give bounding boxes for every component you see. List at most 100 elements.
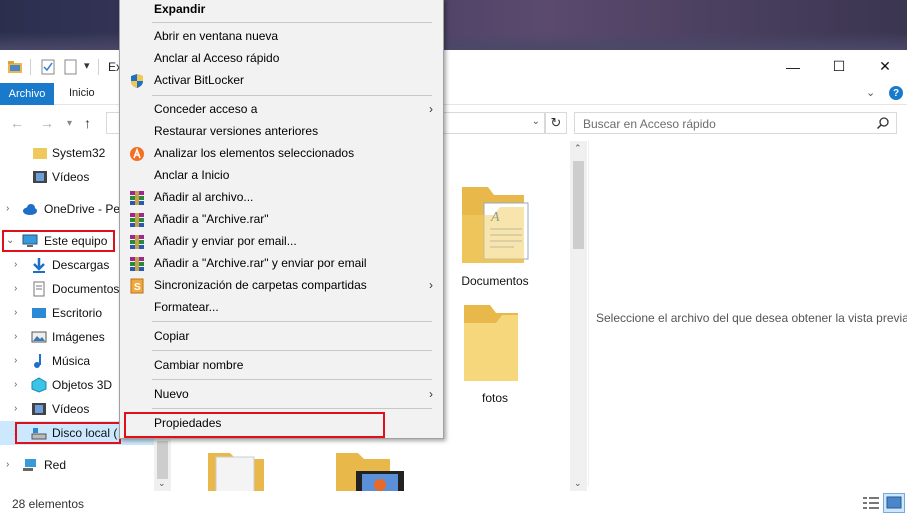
chevron-right-icon[interactable]: › — [14, 355, 17, 366]
title-separator — [98, 59, 99, 75]
new-folder-icon[interactable] — [64, 59, 77, 75]
item-count: 28 elementos — [12, 497, 85, 511]
menu-item-label: Expandir — [154, 2, 206, 16]
menu-separator — [152, 95, 432, 96]
context-menu: Expandir Abrir en ventana nueva Anclar a… — [119, 0, 444, 439]
menu-item-anadir-archive-rar[interactable]: Añadir a "Archive.rar" — [120, 209, 443, 231]
menu-item-formatear[interactable]: Formatear... — [120, 297, 443, 319]
menu-item-label: Anclar a Inicio — [154, 168, 230, 182]
menu-item-anclar-acceso-rapido[interactable]: Anclar al Acceso rápido — [120, 48, 443, 70]
item-label-fotos[interactable]: fotos — [454, 391, 536, 405]
menu-separator — [152, 350, 432, 351]
tab-archivo[interactable]: Archivo — [0, 83, 54, 105]
scrollbar-thumb[interactable] — [157, 441, 168, 479]
chevron-right-icon[interactable]: › — [14, 379, 17, 390]
sidebar-item-label: System32 — [52, 146, 106, 160]
refresh-button[interactable]: ↻ — [545, 112, 567, 134]
avast-icon — [130, 147, 144, 161]
menu-item-conceder-acceso[interactable]: Conceder acceso a › — [120, 99, 443, 121]
menu-separator — [152, 379, 432, 380]
sidebar-item-label: Vídeos — [52, 170, 90, 184]
back-button[interactable]: ← — [10, 115, 24, 131]
recent-locations-icon[interactable]: ▾ — [67, 118, 72, 129]
chevron-right-icon[interactable]: › — [14, 283, 17, 294]
pictures-icon — [31, 331, 47, 343]
menu-item-label: Añadir a "Archive.rar" — [154, 212, 269, 226]
close-button[interactable]: ✕ — [862, 50, 907, 83]
sidebar-item-label: Descargas — [52, 258, 110, 272]
documents-folder-icon[interactable]: A — [454, 185, 536, 267]
objects3d-icon — [31, 377, 47, 393]
highlight-box-propiedades — [124, 412, 385, 438]
menu-item-copiar[interactable]: Copiar — [120, 326, 443, 348]
menu-item-abrir-ventana-nueva[interactable]: Abrir en ventana nueva — [120, 26, 443, 48]
menu-item-anadir-rar-enviar-email[interactable]: Añadir a "Archive.rar" y enviar por emai… — [120, 253, 443, 275]
winrar-icon — [130, 257, 144, 271]
menu-item-expandir[interactable]: Expandir — [120, 0, 443, 21]
up-button[interactable]: ↑ — [84, 115, 91, 131]
network-icon — [23, 459, 36, 471]
winrar-icon — [130, 213, 144, 227]
menu-item-restaurar-versiones[interactable]: Restaurar versiones anteriores — [120, 121, 443, 143]
submenu-arrow-icon: › — [429, 102, 433, 116]
chevron-right-icon[interactable]: › — [14, 259, 17, 270]
menu-item-label: Añadir y enviar por email... — [154, 234, 297, 248]
shield-icon — [131, 74, 143, 88]
help-icon[interactable]: ? — [889, 86, 903, 100]
tab-inicio[interactable]: Inicio — [69, 87, 95, 99]
scroll-up-icon[interactable]: ⌃ — [574, 143, 582, 154]
sidebar-item-label: OneDrive - Per — [44, 202, 125, 216]
scroll-down-icon[interactable]: ⌄ — [574, 478, 582, 489]
menu-item-label: Abrir en ventana nueva — [154, 29, 279, 43]
item-label-documentos[interactable]: Documentos — [454, 274, 536, 288]
menu-item-anadir-enviar-email[interactable]: Añadir y enviar por email... — [120, 231, 443, 253]
address-dropdown-icon[interactable]: ⌄ — [532, 116, 540, 127]
minimize-button[interactable]: — — [770, 50, 816, 83]
menu-item-label: Conceder acceso a — [154, 102, 258, 116]
chevron-right-icon[interactable]: › — [14, 307, 17, 318]
expand-ribbon-icon[interactable]: ⌄ — [866, 86, 875, 99]
video-folder-partial-icon[interactable] — [334, 449, 406, 493]
video-folder-icon — [32, 403, 46, 415]
chevron-right-icon[interactable]: › — [6, 203, 9, 214]
vertical-scrollbar[interactable]: ⌃ ⌄ — [570, 141, 587, 491]
maximize-button[interactable]: ☐ — [816, 50, 862, 83]
svg-text:S: S — [134, 282, 141, 293]
menu-item-anclar-inicio[interactable]: Anclar a Inicio — [120, 165, 443, 187]
sidebar-item-label: Vídeos — [52, 402, 90, 416]
chevron-right-icon[interactable]: › — [6, 459, 9, 470]
forward-button[interactable]: → — [40, 115, 54, 131]
menu-item-sincronizacion[interactable]: S Sincronización de carpetas compartidas… — [120, 275, 443, 297]
menu-item-activar-bitlocker[interactable]: Activar BitLocker — [120, 70, 443, 92]
scrollbar-thumb[interactable] — [573, 161, 584, 249]
highlight-box-disco-local — [15, 422, 121, 444]
scroll-down-icon[interactable]: ⌄ — [158, 478, 166, 489]
quick-access-separator — [30, 59, 31, 75]
menu-item-label: Activar BitLocker — [154, 73, 245, 87]
fotos-folder-icon[interactable] — [454, 301, 536, 383]
menu-item-anadir-archivo[interactable]: Añadir al archivo... — [120, 187, 443, 209]
menu-item-label: Analizar los elementos seleccionados — [154, 146, 355, 160]
properties-icon[interactable] — [41, 59, 55, 75]
menu-item-analizar[interactable]: Analizar los elementos seleccionados — [120, 143, 443, 165]
details-view-icon[interactable] — [862, 495, 880, 511]
sidebar-item-red[interactable]: › Red — [0, 453, 154, 477]
chevron-right-icon[interactable]: › — [14, 331, 17, 342]
status-bar: 28 elementos — [0, 491, 907, 514]
large-icons-view-button[interactable] — [883, 493, 905, 513]
winrar-icon — [130, 191, 144, 205]
search-input[interactable]: Buscar en Acceso rápido — [574, 112, 897, 134]
chevron-right-icon[interactable]: › — [14, 403, 17, 414]
customize-quick-access-icon[interactable]: ▾ — [84, 59, 90, 72]
sidebar-item-label: Imágenes — [52, 330, 105, 344]
highlight-box-este-equipo — [2, 230, 115, 252]
submenu-arrow-icon: › — [429, 278, 433, 292]
search-placeholder: Buscar en Acceso rápido — [583, 117, 716, 131]
folder-partial-icon[interactable] — [206, 449, 266, 493]
menu-item-cambiar-nombre[interactable]: Cambiar nombre — [120, 355, 443, 377]
music-icon — [34, 354, 41, 368]
menu-separator — [152, 408, 432, 409]
menu-item-label: Restaurar versiones anteriores — [154, 124, 319, 138]
menu-item-label: Nuevo — [154, 387, 189, 401]
menu-item-nuevo[interactable]: Nuevo › — [120, 384, 443, 406]
